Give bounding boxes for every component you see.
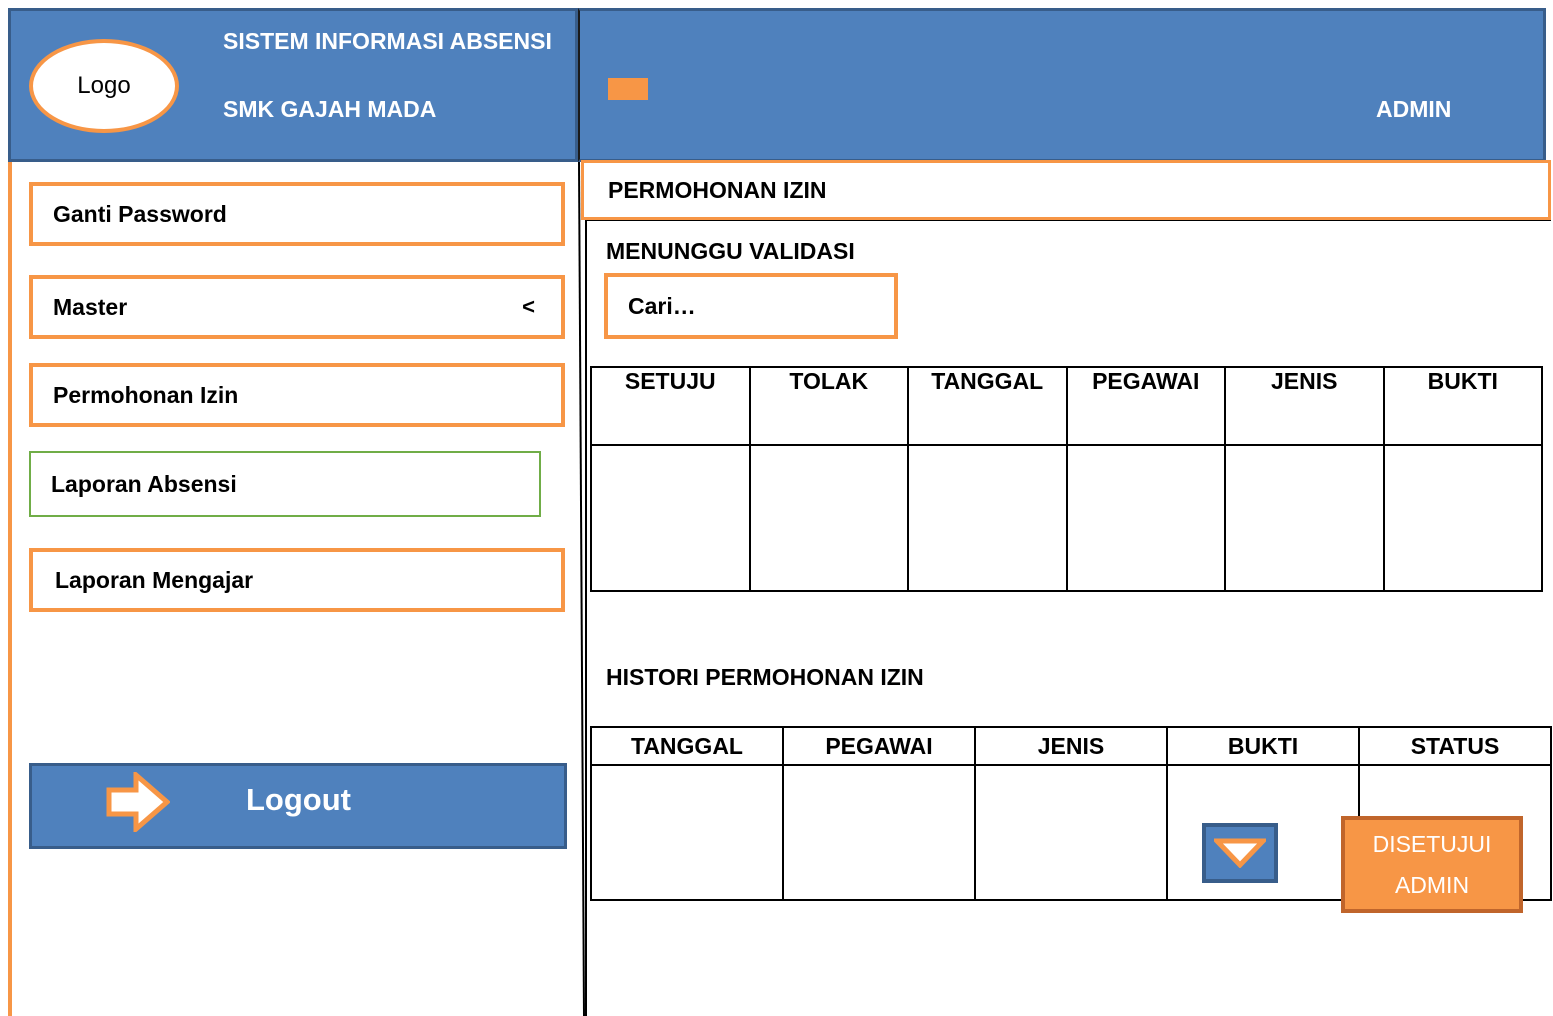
status-line-1: DISETUJUI — [1372, 830, 1492, 857]
table-cell — [590, 764, 784, 901]
sidebar-item-label: Master — [53, 293, 128, 320]
bukti-download-button[interactable] — [1202, 823, 1278, 883]
col-status: STATUS — [1358, 726, 1552, 766]
hamburger-icon[interactable] — [608, 78, 648, 100]
sidebar-edge — [8, 162, 12, 1016]
sidebar-item-ganti-password[interactable]: Ganti Password — [29, 182, 565, 246]
col-jenis: JENIS — [1224, 366, 1385, 446]
sidebar-item-laporan-absensi[interactable]: Laporan Absensi — [29, 451, 541, 517]
app-title: SISTEM INFORMASI ABSENSI — [223, 28, 552, 54]
sidebar-item-master[interactable]: Master < — [29, 275, 565, 339]
school-name: SMK GAJAH MADA — [223, 96, 437, 122]
sidebar-item-label: Laporan Mengajar — [55, 566, 254, 593]
table-header-row: SETUJU TOLAK TANGGAL PEGAWAI JENIS BUKTI — [590, 366, 1543, 446]
history-heading: HISTORI PERMOHONAN IZIN — [606, 664, 924, 690]
sidebar-item-label: Laporan Absensi — [51, 470, 237, 497]
user-role[interactable]: ADMIN — [1376, 96, 1451, 123]
pending-heading: MENUNGGU VALIDASI — [606, 238, 855, 264]
pending-table: SETUJU TOLAK TANGGAL PEGAWAI JENIS BUKTI — [590, 366, 1543, 592]
logout-label: Logout — [246, 782, 352, 817]
chevron-down-icon — [1214, 838, 1266, 868]
col-tolak: TOLAK — [748, 366, 909, 446]
page-title: PERMOHONAN IZIN — [581, 160, 1551, 220]
table-header-row: TANGGAL PEGAWAI JENIS BUKTI STATUS — [590, 726, 1552, 766]
logo-text: Logo — [77, 72, 131, 99]
sidebar-item-laporan-mengajar[interactable]: Laporan Mengajar — [29, 548, 565, 612]
arrow-right-icon — [106, 772, 170, 832]
col-tanggal: TANGGAL — [590, 726, 784, 766]
header-bar — [578, 8, 1546, 162]
col-pegawai: PEGAWAI — [1065, 366, 1226, 446]
sidebar-item-label: Ganti Password — [53, 200, 227, 227]
table-cell — [974, 764, 1168, 901]
sidebar-item-label: Permohonan Izin — [53, 381, 239, 408]
col-bukti: BUKTI — [1166, 726, 1360, 766]
col-setuju: SETUJU — [590, 366, 751, 446]
table-cell — [907, 444, 1068, 592]
col-bukti: BUKTI — [1382, 366, 1543, 446]
col-pegawai: PEGAWAI — [782, 726, 976, 766]
status-badge: DISETUJUI ADMIN — [1341, 816, 1523, 913]
col-tanggal: TANGGAL — [907, 366, 1068, 446]
table-cell[interactable] — [748, 444, 909, 592]
table-cell — [1382, 444, 1543, 592]
col-jenis: JENIS — [974, 726, 1168, 766]
table-cell — [782, 764, 976, 901]
status-line-2: ADMIN — [1394, 871, 1470, 898]
table-cell — [1224, 444, 1385, 592]
search-input[interactable]: Cari… — [604, 273, 898, 339]
table-row — [590, 444, 1543, 592]
chevron-left-icon: < — [522, 294, 535, 319]
table-cell[interactable] — [590, 444, 751, 592]
table-cell — [1065, 444, 1226, 592]
sidebar-item-permohonan-izin[interactable]: Permohonan Izin — [29, 363, 565, 427]
logo: Logo — [29, 39, 179, 133]
